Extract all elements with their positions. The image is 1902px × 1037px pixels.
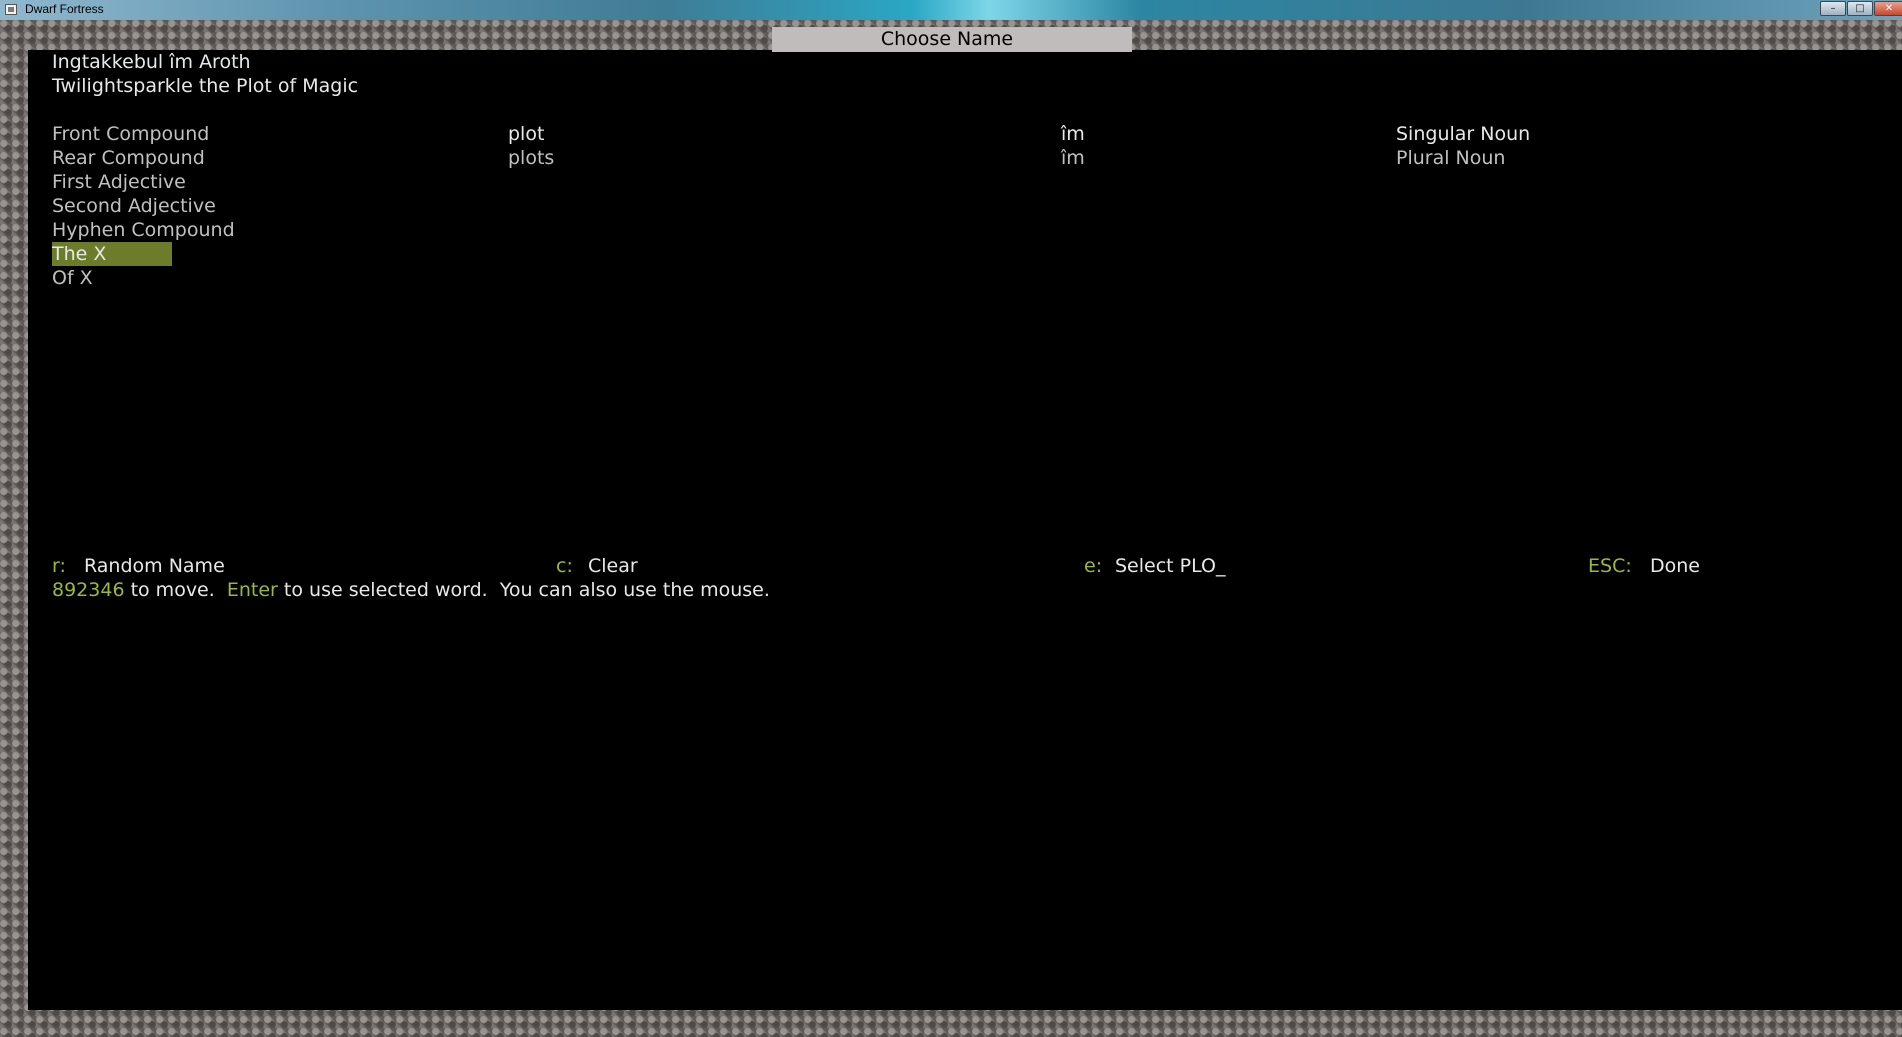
close-button[interactable]: ✕ [1874, 1, 1902, 16]
move-keys: 892346 [52, 579, 125, 601]
screen-title: Choose Name [772, 27, 1132, 52]
help-move-text: to move. [124, 579, 227, 601]
word-english[interactable]: plots [508, 146, 554, 170]
help-line: 892346 to move. Enter to use selected wo… [52, 578, 770, 602]
enter-key: Enter [226, 579, 278, 601]
window-title: Dwarf Fortress [25, 2, 104, 16]
name-part-rear-compound[interactable]: Rear Compound [52, 146, 205, 170]
select-key: e: [1084, 555, 1103, 577]
help-rest-text: to use selected word. You can also use t… [277, 579, 770, 601]
name-part-first-adjective[interactable]: First Adjective [52, 170, 186, 194]
name-part-of-x[interactable]: Of X [52, 266, 93, 290]
name-part-second-adjective[interactable]: Second Adjective [52, 194, 216, 218]
done-key: ESC: [1588, 555, 1632, 577]
word-native[interactable]: îm [1061, 146, 1085, 170]
word-native[interactable]: îm [1061, 122, 1085, 146]
random-name-command[interactable]: Random Name [84, 554, 225, 578]
word-english[interactable]: plot [508, 122, 544, 146]
main-panel [28, 50, 1902, 1010]
random-name-key: r: [52, 555, 66, 577]
translated-name: Twilightsparkle the Plot of Magic [52, 75, 359, 97]
native-name: Ingtakkebul îm Aroth [52, 51, 251, 73]
word-form[interactable]: Plural Noun [1396, 146, 1505, 170]
clear-command[interactable]: Clear [588, 554, 638, 578]
window-titlebar: Dwarf Fortress – □ ✕ [0, 0, 1902, 21]
minimize-button[interactable]: – [1820, 1, 1846, 16]
maximize-button[interactable]: □ [1847, 1, 1873, 16]
word-form[interactable]: Singular Noun [1396, 122, 1530, 146]
app-icon [5, 4, 17, 15]
name-part-the-x-selected[interactable]: The X [52, 242, 172, 266]
name-part-front-compound[interactable]: Front Compound [52, 122, 209, 146]
name-part-hyphen-compound[interactable]: Hyphen Compound [52, 218, 235, 242]
done-command[interactable]: Done [1650, 554, 1700, 578]
select-command[interactable]: Select PLO_ [1115, 554, 1225, 578]
clear-key: c: [556, 555, 573, 577]
